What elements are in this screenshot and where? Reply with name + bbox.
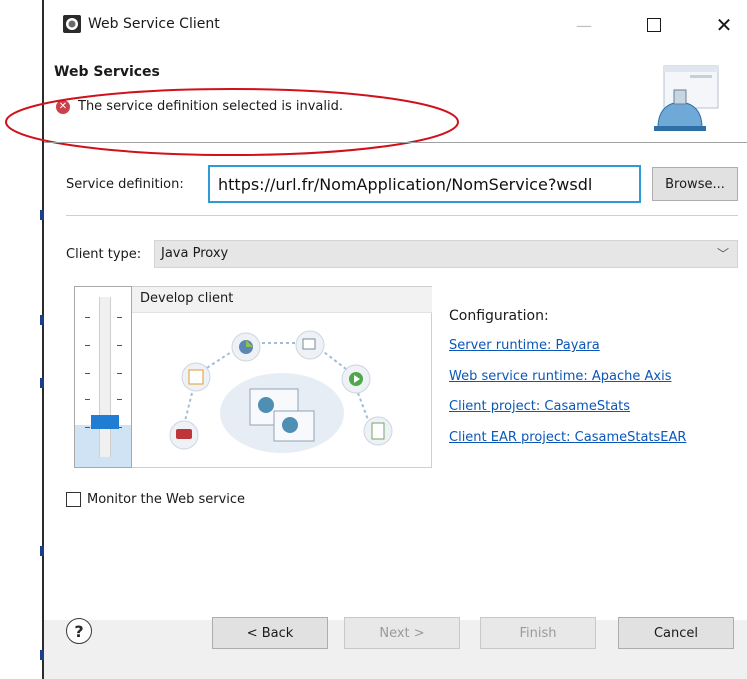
develop-client-panel: Develop client	[132, 286, 432, 468]
client-type-value: Java Proxy	[161, 246, 229, 261]
help-button[interactable]: ?	[66, 618, 92, 644]
client-ear-project-link[interactable]: Client EAR project: CasameStatsEAR	[449, 430, 686, 445]
title-bar[interactable]: Web Service Client — ✕	[44, 0, 747, 56]
slider-thumb[interactable]	[91, 415, 119, 429]
web-service-runtime-link[interactable]: Web service runtime: Apache Axis	[449, 369, 671, 384]
server-runtime-link[interactable]: Server runtime: Payara	[449, 338, 600, 353]
chevron-down-icon: ﹀	[716, 247, 729, 261]
section-separator	[66, 215, 738, 216]
close-button[interactable]: ✕	[704, 10, 744, 40]
back-button[interactable]: < Back	[212, 617, 328, 649]
slider-tick	[85, 399, 90, 400]
cancel-button[interactable]: Cancel	[618, 617, 734, 649]
slider-tick	[117, 317, 122, 318]
next-button[interactable]: Next >	[344, 617, 460, 649]
slider-tick	[85, 345, 90, 346]
develop-level-slider[interactable]	[74, 286, 132, 468]
slider-tick	[117, 373, 122, 374]
client-project-link[interactable]: Client project: CasameStats	[449, 399, 630, 414]
slider-track	[99, 297, 111, 457]
annotation-red-ellipse	[5, 88, 459, 156]
slider-tick	[117, 399, 122, 400]
wizard-header: Web Services ✕ The service definition se…	[5, 56, 747, 156]
slider-tick	[85, 317, 90, 318]
monitor-checkbox[interactable]	[66, 492, 81, 507]
configuration-title: Configuration:	[449, 308, 549, 324]
web-service-client-dialog: Web Service Client — ✕ Web Services ✕ Th…	[5, 0, 747, 679]
page-title: Web Services	[54, 64, 160, 80]
header-separator	[44, 142, 747, 143]
develop-client-title: Develop client	[132, 287, 432, 313]
develop-client-illustration	[169, 330, 393, 453]
slider-tick	[85, 427, 90, 428]
minimize-button[interactable]: —	[564, 10, 604, 40]
monitor-label: Monitor the Web service	[87, 492, 246, 507]
slider-tick	[85, 373, 90, 374]
window-title: Web Service Client	[88, 16, 220, 32]
finish-button[interactable]: Finish	[480, 617, 596, 649]
web-service-wizard-icon	[654, 65, 719, 131]
client-type-select[interactable]: Java Proxy ﹀	[154, 240, 738, 268]
browse-button[interactable]: Browse...	[652, 167, 738, 201]
maximize-icon	[647, 18, 661, 32]
monitor-web-service-option[interactable]: Monitor the Web service	[66, 492, 245, 507]
service-definition-input[interactable]	[208, 165, 641, 203]
client-type-label: Client type:	[66, 247, 142, 262]
eclipse-app-icon	[63, 15, 81, 33]
slider-tick	[117, 345, 122, 346]
maximize-button[interactable]	[634, 10, 674, 40]
service-definition-label: Service definition:	[66, 177, 184, 192]
